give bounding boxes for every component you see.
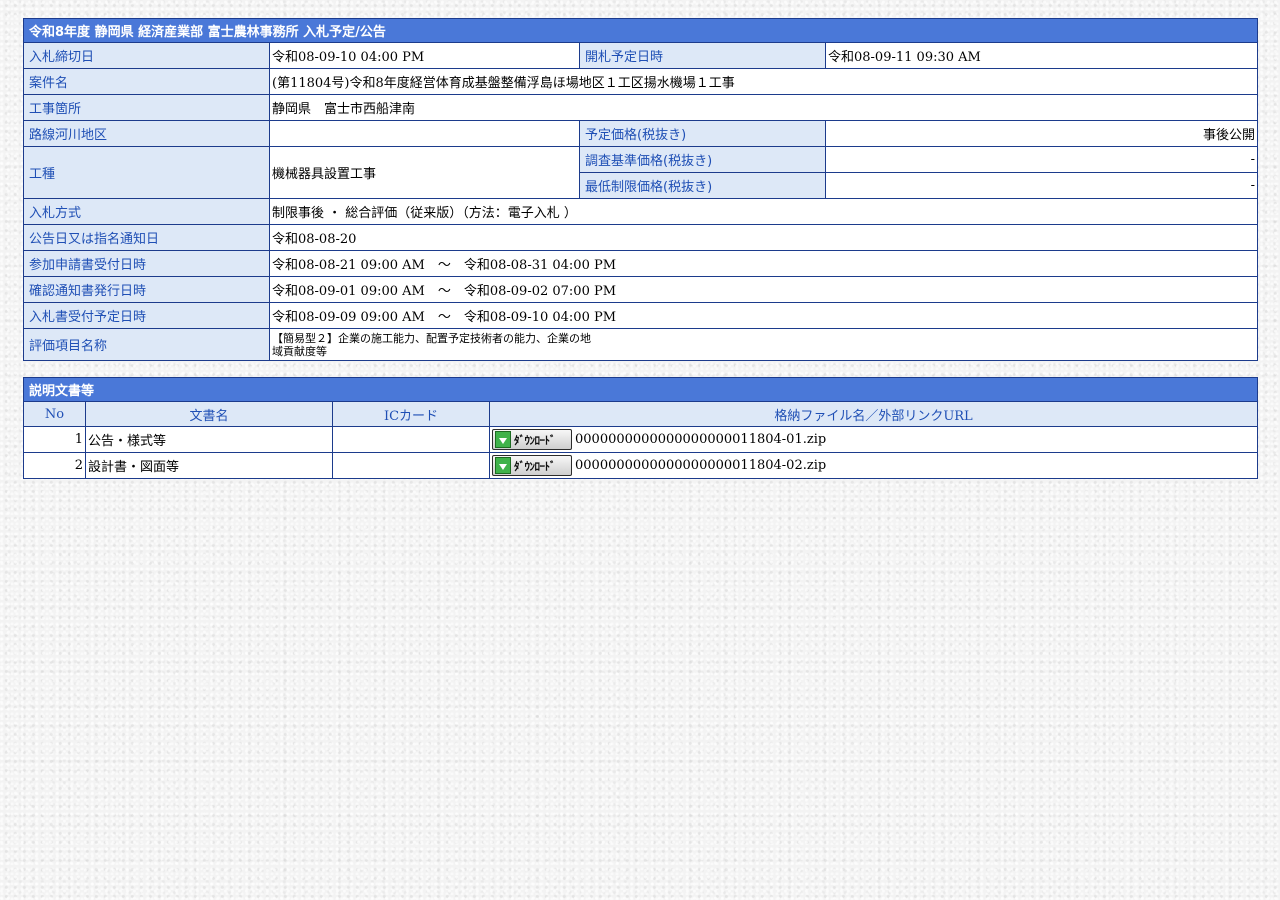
download-button-label: ﾀﾞｳﾝﾛｰﾄﾞ [514,434,556,447]
opening-label: 開札予定日時 [579,42,826,69]
min-price-value: - [824,172,1259,199]
opening-value: 令和08-09-11 09:30 AM [824,42,1259,69]
project-name-value: (第11804号)令和8年度経営体育成基盤整備浮島ほ場地区１工区揚水機場１工事 [268,68,1259,95]
confirm-label: 確認通知書発行日時 [23,276,270,303]
eval-label: 評価項目名称 [23,328,270,361]
eval-value-line1: 【簡易型２】企業の施工能力、配置予定技術者の能力、企業の地 [272,331,591,345]
eval-value: 【簡易型２】企業の施工能力、配置予定技術者の能力、企業の地 域貢献度等 [268,328,1259,361]
doc-iccard [332,452,490,479]
min-price-label: 最低制限価格(税抜き) [579,172,826,199]
method-value: 制限事後 ・ 総合評価（従来版）（方法：電子入札 ） [268,198,1259,225]
eval-value-line2: 域貢献度等 [272,344,327,358]
notice-table: 令和8年度 静岡県 経済産業部 富士農林事務所 入札予定/公告 入札締切日 令和… [22,18,1259,361]
download-button[interactable]: ﾀﾞｳﾝﾛｰﾄﾞ [492,455,572,476]
location-label: 工事箇所 [23,94,270,121]
table-row: 1 公告・様式等 ﾀﾞｳﾝﾛｰﾄﾞ 0000000000000000000011… [23,426,1259,453]
survey-price-label: 調査基準価格(税抜き) [579,146,826,173]
download-arrow-icon [495,457,511,474]
application-value: 令和08-08-21 09:00 AM ～ 令和08-08-31 04:00 P… [268,250,1259,277]
doc-file-name: 0000000000000000000011804-02.zip [575,458,827,473]
table-row: 2 設計書・図面等 ﾀﾞｳﾝﾛｰﾄﾞ 000000000000000000001… [23,452,1259,479]
bid-deadline-value: 令和08-09-10 04:00 PM [269,42,580,69]
col-header-name: 文書名 [85,401,333,427]
notice-title: 令和8年度 静岡県 経済産業部 富士農林事務所 入札予定/公告 [22,18,1259,43]
confirm-value: 令和08-09-01 09:00 AM ～ 令和08-09-02 07:00 P… [268,276,1259,303]
doc-name: 設計書・図面等 [85,452,333,479]
work-type-value: 機械器具設置工事 [269,146,580,199]
documents-title: 説明文書等 [22,377,1259,402]
survey-price-value: - [824,146,1259,173]
doc-file-name: 0000000000000000000011804-01.zip [575,432,827,447]
application-label: 参加申請書受付日時 [23,250,270,277]
planned-price-label: 予定価格(税抜き) [579,120,826,147]
col-header-iccard: ICカード [332,401,490,427]
doc-no: 2 [23,452,86,479]
bid-deadline-label: 入札締切日 [23,42,270,69]
doc-iccard [332,426,490,453]
doc-file-cell: ﾀﾞｳﾝﾛｰﾄﾞ 0000000000000000000011804-01.zi… [488,426,1259,453]
method-label: 入札方式 [23,198,270,225]
doc-no: 1 [23,426,86,453]
doc-name: 公告・様式等 [85,426,333,453]
work-type-label: 工種 [23,146,270,199]
col-header-no: No [23,401,86,427]
route-label: 路線河川地区 [23,120,270,147]
announce-label: 公告日又は指名通知日 [23,224,270,251]
route-value [269,120,580,147]
bid-accept-value: 令和08-09-09 09:00 AM ～ 令和08-09-10 04:00 P… [268,302,1259,329]
project-name-label: 案件名 [23,68,270,95]
download-arrow-icon [495,431,511,448]
download-button-label: ﾀﾞｳﾝﾛｰﾄﾞ [514,460,556,473]
page-content: 令和8年度 静岡県 経済産業部 富士農林事務所 入札予定/公告 入札締切日 令和… [22,18,1259,479]
col-header-file: 格納ファイル名／外部リンクURL [488,401,1259,427]
location-value: 静岡県 富士市西船津南 [268,94,1259,121]
download-button[interactable]: ﾀﾞｳﾝﾛｰﾄﾞ [492,429,572,450]
bid-accept-label: 入札書受付予定日時 [23,302,270,329]
planned-price-value: 事後公開 [824,120,1259,147]
doc-file-cell: ﾀﾞｳﾝﾛｰﾄﾞ 0000000000000000000011804-02.zi… [488,452,1259,479]
announce-value: 令和08-08-20 [268,224,1259,251]
documents-table: 説明文書等 No 文書名 ICカード 格納ファイル名／外部リンクURL 1 公告… [22,377,1259,479]
